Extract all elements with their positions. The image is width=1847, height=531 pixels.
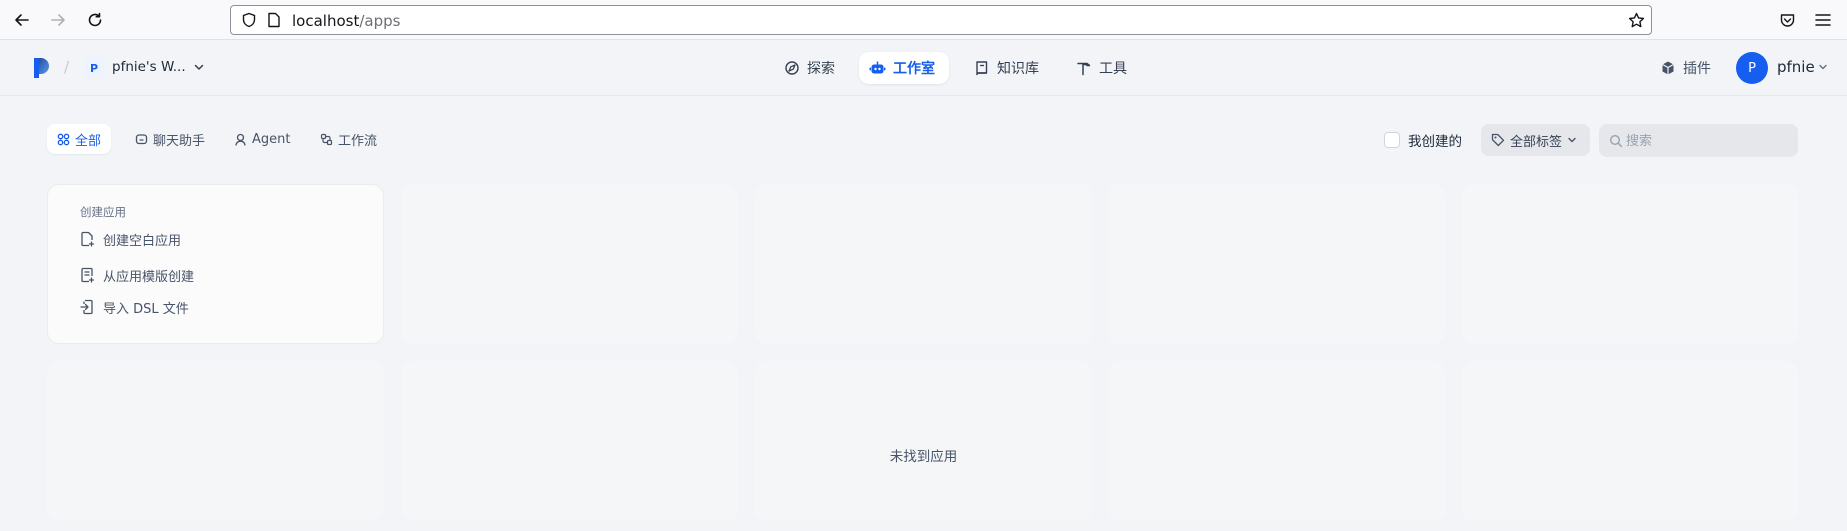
user-name[interactable]: pfnie <box>1777 58 1815 76</box>
nav-tools[interactable]: 工具 <box>1066 52 1137 84</box>
hammer-icon <box>1077 62 1091 76</box>
tag-icon <box>1491 133 1505 147</box>
nav-tools-label: 工具 <box>1099 61 1127 77</box>
tab-workflow-label: 工作流 <box>338 133 378 149</box>
import-dsl-label: 导入 DSL 文件 <box>103 301 189 317</box>
placeholder-card <box>47 361 384 521</box>
hamburger-icon <box>1815 14 1831 26</box>
plugins-link[interactable]: 插件 <box>1660 52 1711 84</box>
cube-icon <box>1662 61 1674 75</box>
app-logo[interactable] <box>33 57 51 79</box>
empty-state-message: 未找到应用 <box>889 449 958 465</box>
pocket-icon <box>1780 13 1794 27</box>
reload-button[interactable] <box>80 7 110 33</box>
search-icon <box>1609 134 1623 148</box>
agent-icon <box>235 133 246 146</box>
url-text: localhost/apps <box>292 12 400 30</box>
breadcrumb-separator: / <box>64 58 70 76</box>
nav-studio[interactable]: 工作室 <box>859 52 949 84</box>
shield-icon <box>242 12 256 28</box>
workspace-badge: P <box>84 58 104 78</box>
back-button[interactable] <box>7 7 37 33</box>
tab-agent[interactable]: Agent <box>224 124 300 154</box>
grid-icon <box>57 133 70 145</box>
plugins-label: 插件 <box>1683 61 1711 77</box>
placeholder-card <box>1108 184 1445 344</box>
chevron-down-icon[interactable] <box>193 61 205 73</box>
placeholder-card <box>1461 361 1798 521</box>
chevron-down-icon <box>1568 137 1576 143</box>
compass-icon <box>785 61 799 75</box>
create-blank-app-button[interactable]: 创建空白应用 <box>80 229 181 249</box>
forward-button[interactable] <box>43 7 73 33</box>
nav-knowledge[interactable]: 知识库 <box>964 52 1049 84</box>
app-menu-button[interactable] <box>1812 0 1834 40</box>
nav-studio-label: 工作室 <box>893 61 935 77</box>
nav-explore-label: 探索 <box>807 61 835 77</box>
create-app-title: 创建应用 <box>80 205 126 219</box>
pocket-button[interactable] <box>1776 0 1798 40</box>
import-icon <box>80 299 93 315</box>
robot-icon <box>869 61 886 74</box>
tab-workflow[interactable]: 工作流 <box>310 124 387 154</box>
template-icon <box>81 267 95 283</box>
chevron-down-icon[interactable] <box>1818 62 1828 72</box>
workspace-name[interactable]: pfnie's W... <box>112 59 186 75</box>
placeholder-card <box>1108 361 1445 521</box>
chat-icon <box>135 133 148 144</box>
placeholder-card <box>401 361 738 521</box>
create-app-card: 创建应用 创建空白应用 从应用模版创建 导入 DSL 文件 <box>47 184 384 344</box>
new-file-icon <box>81 231 95 247</box>
created-by-me-label: 我创建的 <box>1408 134 1462 150</box>
workflow-icon <box>320 133 333 145</box>
browser-toolbar: localhost/apps <box>0 0 1847 40</box>
app-header: / P pfnie's W... 探索 工作室 知识库 工具 插件 P pfni… <box>0 40 1847 96</box>
create-from-template-button[interactable]: 从应用模版创建 <box>80 265 194 285</box>
placeholder-card <box>1461 184 1798 344</box>
avatar[interactable]: P <box>1736 52 1768 84</box>
book-icon <box>976 61 988 76</box>
placeholder-card <box>755 184 1092 344</box>
search-input[interactable] <box>1626 131 1786 151</box>
arrow-left-icon <box>15 14 29 26</box>
url-host: localhost <box>292 12 360 30</box>
reload-icon <box>88 12 102 27</box>
nav-knowledge-label: 知识库 <box>997 61 1039 77</box>
placeholder-card <box>401 184 738 344</box>
tab-agent-label: Agent <box>252 131 291 147</box>
import-dsl-button[interactable]: 导入 DSL 文件 <box>80 297 189 317</box>
created-by-me-checkbox[interactable] <box>1384 132 1400 148</box>
bookmark-star-icon[interactable] <box>1628 12 1645 29</box>
url-path: /apps <box>359 12 401 30</box>
empty-state-card: 未找到应用 <box>755 361 1092 521</box>
tag-filter-dropdown[interactable]: 全部标签 <box>1481 124 1590 156</box>
arrow-right-icon <box>51 14 65 26</box>
tab-all[interactable]: 全部 <box>47 124 112 154</box>
page-icon <box>268 12 280 28</box>
created-by-me-filter[interactable]: 我创建的 <box>1384 130 1462 150</box>
nav-explore[interactable]: 探索 <box>774 52 845 84</box>
tab-all-label: 全部 <box>75 133 102 149</box>
create-blank-app-label: 创建空白应用 <box>103 233 182 249</box>
tag-filter-label: 全部标签 <box>1510 134 1563 150</box>
tab-chat-assistant[interactable]: 聊天助手 <box>125 124 215 154</box>
search-box[interactable] <box>1599 124 1798 157</box>
create-from-template-label: 从应用模版创建 <box>103 269 195 285</box>
tab-chat-assistant-label: 聊天助手 <box>153 133 206 149</box>
address-bar[interactable]: localhost/apps <box>230 5 1652 35</box>
